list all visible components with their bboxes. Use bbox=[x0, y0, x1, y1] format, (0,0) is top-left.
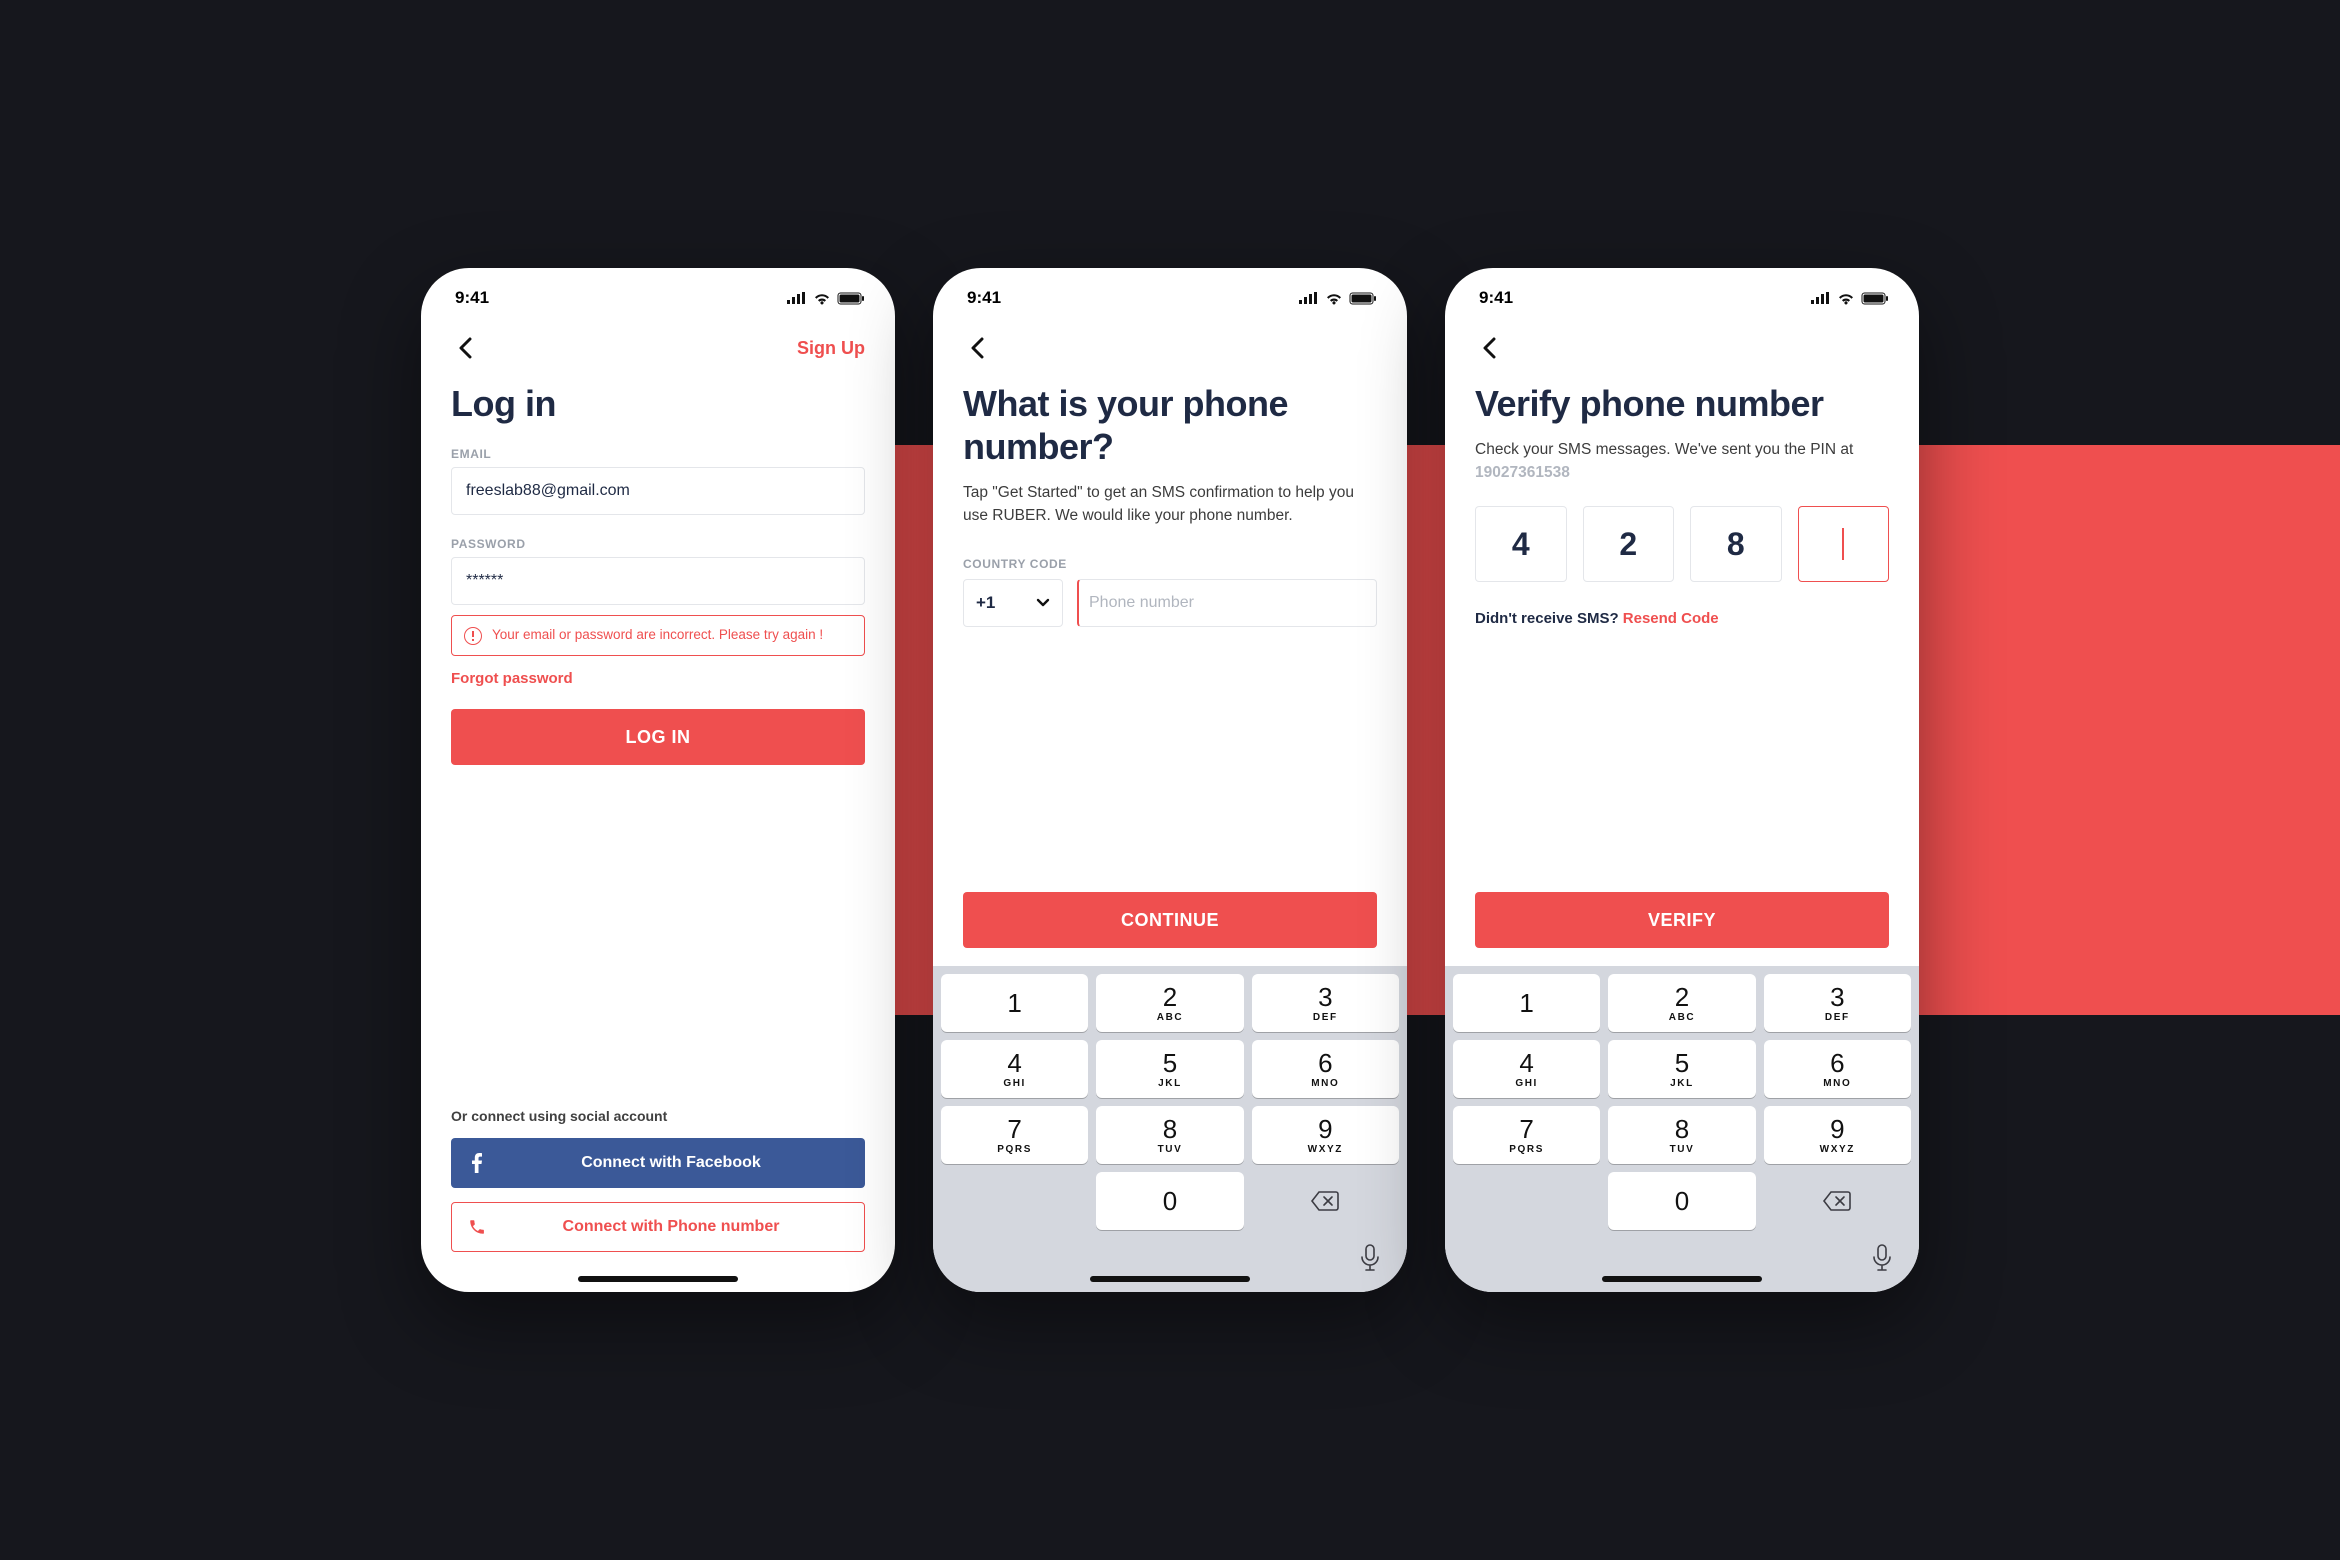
microphone-icon bbox=[1871, 1244, 1893, 1272]
country-code-value: +1 bbox=[976, 593, 995, 613]
battery-icon bbox=[1861, 292, 1889, 305]
screen-phone-number: 9:41 What is your phone number? Tap "Get… bbox=[933, 268, 1407, 1292]
status-bar: 9:41 bbox=[933, 268, 1407, 328]
password-field[interactable] bbox=[451, 557, 865, 605]
chevron-left-icon bbox=[458, 337, 472, 359]
backspace-icon bbox=[1822, 1190, 1852, 1212]
page-title: Log in bbox=[451, 382, 865, 425]
status-time: 9:41 bbox=[1479, 288, 1513, 308]
facebook-connect-button[interactable]: Connect with Facebook bbox=[451, 1138, 865, 1188]
error-message: Your email or password are incorrect. Pl… bbox=[451, 615, 865, 656]
dictation-button[interactable] bbox=[1359, 1244, 1387, 1272]
back-button[interactable] bbox=[1475, 334, 1503, 362]
signup-link[interactable]: Sign Up bbox=[797, 338, 865, 359]
key-5[interactable]: 5JKL bbox=[1608, 1040, 1755, 1098]
login-button[interactable]: LOG IN bbox=[451, 709, 865, 765]
phone-button-label: Connect with Phone number bbox=[512, 1218, 860, 1236]
forgot-password-link[interactable]: Forgot password bbox=[451, 670, 865, 687]
key-0[interactable]: 0 bbox=[1608, 1172, 1755, 1230]
key-8[interactable]: 8TUV bbox=[1096, 1106, 1243, 1164]
page-subtitle: Tap "Get Started" to get an SMS confirma… bbox=[963, 482, 1377, 527]
chevron-down-icon bbox=[1036, 598, 1050, 608]
phone-connect-button[interactable]: Connect with Phone number bbox=[451, 1202, 865, 1252]
key-7[interactable]: 7PQRS bbox=[941, 1106, 1088, 1164]
key-7[interactable]: 7PQRS bbox=[1453, 1106, 1600, 1164]
key-4[interactable]: 4GHI bbox=[1453, 1040, 1600, 1098]
facebook-icon bbox=[455, 1142, 497, 1184]
key-0[interactable]: 0 bbox=[1096, 1172, 1243, 1230]
pin-inputs: 428 bbox=[1475, 506, 1889, 582]
pin-digit-3[interactable]: 8 bbox=[1690, 506, 1782, 582]
backspace-key[interactable] bbox=[1764, 1172, 1911, 1230]
page-title: Verify phone number bbox=[1475, 382, 1889, 425]
email-label: EMAIL bbox=[451, 447, 865, 461]
signal-icon bbox=[787, 292, 807, 304]
home-indicator bbox=[1090, 1276, 1250, 1282]
microphone-icon bbox=[1359, 1244, 1381, 1272]
back-button[interactable] bbox=[963, 334, 991, 362]
sent-to-number: 19027361538 bbox=[1475, 464, 1570, 481]
email-field[interactable] bbox=[451, 467, 865, 515]
status-time: 9:41 bbox=[967, 288, 1001, 308]
social-label: Or connect using social account bbox=[451, 1108, 865, 1124]
key-2[interactable]: 2ABC bbox=[1096, 974, 1243, 1032]
key-1[interactable]: 1 bbox=[941, 974, 1088, 1032]
wifi-icon bbox=[1325, 292, 1343, 305]
password-label: PASSWORD bbox=[451, 537, 865, 551]
key-9[interactable]: 9WXYZ bbox=[1764, 1106, 1911, 1164]
status-time: 9:41 bbox=[455, 288, 489, 308]
pin-digit-1[interactable]: 4 bbox=[1475, 506, 1567, 582]
key-4[interactable]: 4GHI bbox=[941, 1040, 1088, 1098]
signal-icon bbox=[1299, 292, 1319, 304]
continue-button[interactable]: CONTINUE bbox=[963, 892, 1377, 948]
wifi-icon bbox=[813, 292, 831, 305]
key-3[interactable]: 3DEF bbox=[1764, 974, 1911, 1032]
status-bar: 9:41 bbox=[1445, 268, 1919, 328]
key-3[interactable]: 3DEF bbox=[1252, 974, 1399, 1032]
phone-number-field[interactable] bbox=[1077, 579, 1377, 627]
facebook-button-label: Connect with Facebook bbox=[511, 1154, 861, 1172]
page-title: What is your phone number? bbox=[963, 382, 1377, 468]
alert-icon bbox=[464, 627, 482, 645]
key-6[interactable]: 6MNO bbox=[1252, 1040, 1399, 1098]
key-1[interactable]: 1 bbox=[1453, 974, 1600, 1032]
key-blank bbox=[1453, 1172, 1600, 1230]
numeric-keypad: 12ABC3DEF 4GHI5JKL6MNO 7PQRS8TUV9WXYZ0 bbox=[933, 966, 1407, 1292]
dictation-button[interactable] bbox=[1871, 1244, 1899, 1272]
backspace-key[interactable] bbox=[1252, 1172, 1399, 1230]
pin-digit-4[interactable] bbox=[1798, 506, 1890, 582]
home-indicator bbox=[1602, 1276, 1762, 1282]
key-blank bbox=[941, 1172, 1088, 1230]
chevron-left-icon bbox=[1482, 337, 1496, 359]
page-subtitle: Check your SMS messages. We've sent you … bbox=[1475, 439, 1889, 484]
error-text: Your email or password are incorrect. Pl… bbox=[492, 626, 823, 644]
numeric-keypad: 12ABC3DEF 4GHI5JKL6MNO 7PQRS8TUV9WXYZ0 bbox=[1445, 966, 1919, 1292]
screen-verify: 9:41 Verify phone number Check your SMS … bbox=[1445, 268, 1919, 1292]
pin-digit-2[interactable]: 2 bbox=[1583, 506, 1675, 582]
resend-label: Didn't receive SMS? bbox=[1475, 610, 1623, 627]
verify-button[interactable]: VERIFY bbox=[1475, 892, 1889, 948]
country-code-select[interactable]: +1 bbox=[963, 579, 1063, 627]
wifi-icon bbox=[1837, 292, 1855, 305]
country-code-label: COUNTRY CODE bbox=[963, 557, 1377, 571]
status-bar: 9:41 bbox=[421, 268, 895, 328]
key-8[interactable]: 8TUV bbox=[1608, 1106, 1755, 1164]
cursor bbox=[1842, 528, 1844, 560]
home-indicator bbox=[578, 1276, 738, 1282]
battery-icon bbox=[1349, 292, 1377, 305]
battery-icon bbox=[837, 292, 865, 305]
back-button[interactable] bbox=[451, 334, 479, 362]
key-9[interactable]: 9WXYZ bbox=[1252, 1106, 1399, 1164]
key-5[interactable]: 5JKL bbox=[1096, 1040, 1243, 1098]
signal-icon bbox=[1811, 292, 1831, 304]
resend-code-link[interactable]: Resend Code bbox=[1623, 610, 1719, 627]
chevron-left-icon bbox=[970, 337, 984, 359]
key-2[interactable]: 2ABC bbox=[1608, 974, 1755, 1032]
screen-login: 9:41 Sign Up Log in EMAIL PASSWORD Your … bbox=[421, 268, 895, 1292]
phone-icon bbox=[456, 1206, 498, 1248]
key-6[interactable]: 6MNO bbox=[1764, 1040, 1911, 1098]
backspace-icon bbox=[1310, 1190, 1340, 1212]
